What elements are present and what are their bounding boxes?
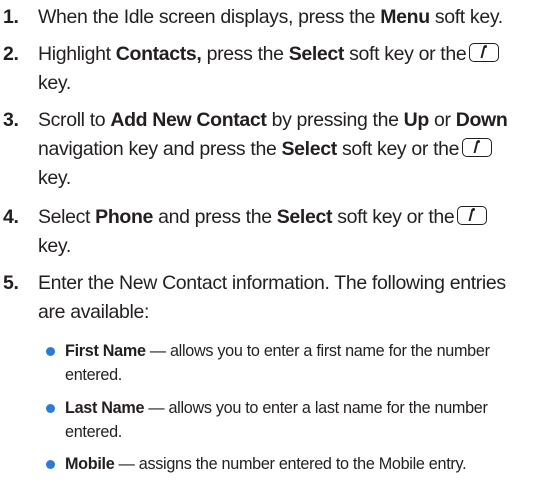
contacts-label: Contacts, <box>115 43 202 65</box>
text-segment: key. <box>38 167 71 189</box>
step-text: Highlight Contacts, press the Select sof… <box>38 40 525 98</box>
text-segment: When the Idle screen displays, press the <box>38 6 381 28</box>
step-1: 1. When the Idle screen displays, press … <box>0 3 525 32</box>
step-text: Enter the New Contact information. The f… <box>38 269 525 327</box>
text-segment: Highlight <box>38 43 116 65</box>
bullet-icon <box>46 460 55 469</box>
text-segment: by pressing the <box>266 109 404 131</box>
bullet-term: First Name <box>65 342 146 360</box>
step-4: 4. Select Phone and press the Select sof… <box>0 203 525 261</box>
add-new-contact-label: Add New Contact <box>110 109 267 131</box>
step-2: 2. Highlight Contacts, press the Select … <box>0 40 525 98</box>
text-segment: Scroll to <box>38 109 111 131</box>
text-segment: or <box>428 109 456 131</box>
text-segment: press the <box>201 43 289 65</box>
bullet-text: Mobile — assigns the number entered to t… <box>65 452 525 476</box>
step-number: 5. <box>3 272 19 294</box>
bullet-item-mobile: Mobile — assigns the number entered to t… <box>0 452 525 476</box>
step-text: Scroll to Add New Contact by pressing th… <box>38 106 525 193</box>
text-segment: soft key. <box>429 6 503 28</box>
select-key-label: Select <box>281 138 338 160</box>
step-number: 4. <box>3 206 19 228</box>
step-text: When the Idle screen displays, press the… <box>38 3 525 32</box>
bullet-text: Last Name — allows you to enter a last n… <box>65 396 525 444</box>
step-number: 2. <box>3 43 19 65</box>
bullet-text: First Name — allows you to enter a first… <box>65 339 525 387</box>
bullet-desc: — allows you to enter a first name for t… <box>145 342 490 360</box>
step-5: 5. Enter the New Contact information. Th… <box>0 269 525 327</box>
bullet-desc: — assigns the number entered to the Mobi… <box>114 455 467 473</box>
instruction-page: 1. When the Idle screen displays, press … <box>0 0 538 483</box>
text-segment: are available: <box>38 301 150 323</box>
text-segment: soft key or the <box>332 206 455 228</box>
down-key-label: Down <box>455 109 508 131</box>
phone-label: Phone <box>95 206 154 228</box>
bullet-desc: entered. <box>65 423 122 441</box>
text-segment: navigation key and press the <box>38 138 282 160</box>
bullet-term: Mobile <box>65 455 115 473</box>
text-segment: key. <box>38 72 71 94</box>
step-number: 1. <box>3 6 19 28</box>
select-key-label: Select <box>288 43 345 65</box>
step-number: 3. <box>3 109 19 131</box>
i-key-icon <box>462 138 493 157</box>
text-segment: and press the <box>153 206 277 228</box>
bullet-item-first-name: First Name — allows you to enter a first… <box>0 339 525 387</box>
bullet-icon <box>46 347 55 356</box>
bullet-item-last-name: Last Name — allows you to enter a last n… <box>0 396 525 444</box>
menu-key-label: Menu <box>380 6 430 28</box>
i-key-icon <box>457 206 488 225</box>
bullet-desc: — allows you to enter a last name for th… <box>144 399 488 417</box>
text-segment: soft key or the <box>344 43 467 65</box>
text-segment: Enter the New Contact information. The f… <box>38 272 506 294</box>
up-key-label: Up <box>403 109 430 131</box>
i-key-icon <box>469 43 500 62</box>
bullet-desc: entered. <box>65 366 122 384</box>
select-key-label: Select <box>276 206 333 228</box>
text-segment: key. <box>38 235 71 257</box>
step-3: 3. Scroll to Add New Contact by pressing… <box>0 106 525 193</box>
text-segment: Select <box>38 206 96 228</box>
text-segment: soft key or the <box>336 138 460 160</box>
bullet-term: Last Name <box>65 399 145 417</box>
bullet-icon <box>46 404 55 413</box>
step-text: Select Phone and press the Select soft k… <box>38 203 525 261</box>
